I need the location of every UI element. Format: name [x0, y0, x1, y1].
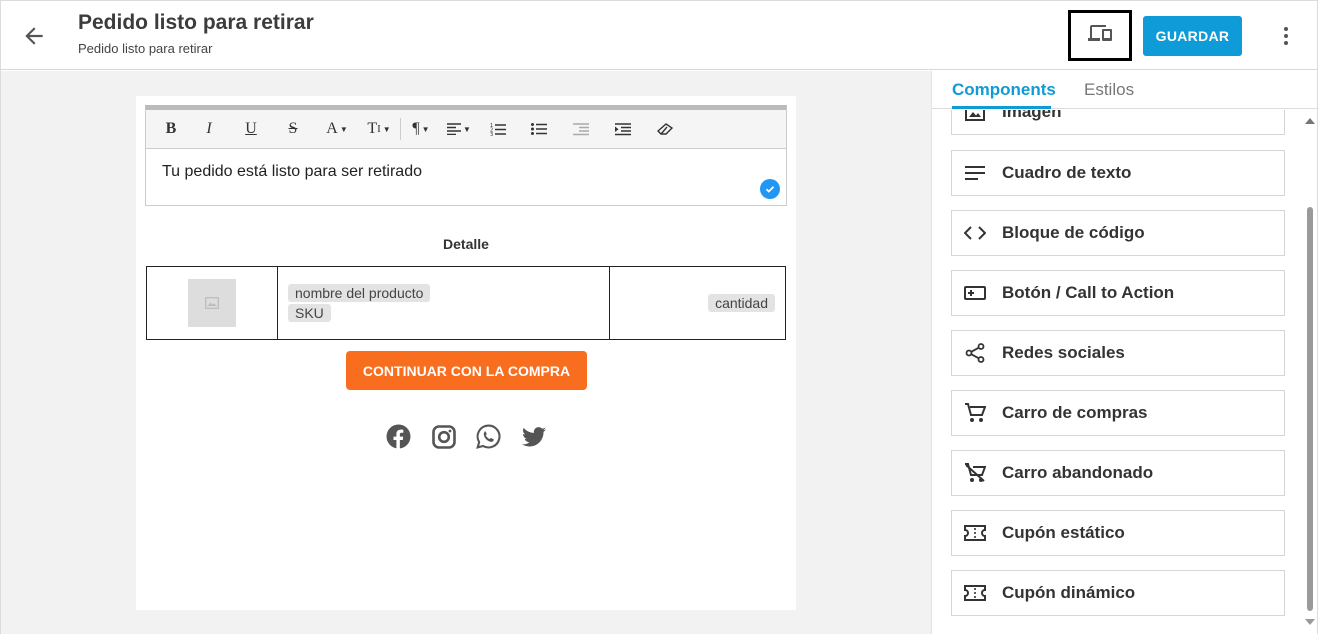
app-window: Pedido listo para retirar Pedido listo p… — [0, 0, 1318, 634]
tab-estilos[interactable]: Estilos — [1084, 80, 1134, 100]
component-redes-sociales[interactable]: Redes sociales — [951, 330, 1285, 376]
component-list: Imagen Cuadro de texto Bloque de código … — [932, 110, 1302, 634]
components-panel: Components Estilos Imagen Cuadro de text… — [931, 71, 1318, 634]
italic-button[interactable]: I — [188, 115, 230, 143]
tab-components[interactable]: Components — [952, 80, 1056, 100]
header: Pedido listo para retirar Pedido listo p… — [1, 1, 1317, 70]
product-name-tag: nombre del producto — [288, 284, 431, 302]
outdent-icon[interactable] — [561, 115, 601, 143]
bold-button[interactable]: B — [154, 115, 188, 143]
active-tab-indicator — [952, 106, 1051, 109]
sku-tag: SKU — [288, 304, 331, 322]
devices-icon — [1088, 21, 1112, 50]
table-row: nombre del producto SKU cantidad — [146, 266, 786, 340]
quantity-cell: cantidad — [609, 266, 786, 340]
facebook-icon[interactable] — [386, 424, 411, 449]
component-carro-abandonado[interactable]: Carro abandonado — [951, 450, 1285, 496]
ordered-list-icon[interactable]: 123 — [479, 115, 517, 143]
font-color-button[interactable]: A ▼ — [314, 115, 360, 143]
editor-toolbar: B I U S A ▼ T I ▼ ¶ ▼ ▼ 123 — [146, 110, 786, 149]
scrollbar-thumb[interactable] — [1307, 207, 1313, 611]
continue-shopping-button[interactable]: CONTINUAR CON LA COMPRA — [346, 351, 587, 390]
editor-content[interactable]: Tu pedido está listo para ser retirado — [146, 149, 786, 195]
unordered-list-icon[interactable] — [517, 115, 561, 143]
component-label: Bloque de código — [1002, 223, 1145, 242]
rich-text-editor[interactable]: B I U S A ▼ T I ▼ ¶ ▼ ▼ 123 Tu pedido es… — [145, 105, 787, 206]
whatsapp-icon[interactable] — [476, 424, 501, 449]
text-lines-icon — [952, 151, 998, 195]
indent-icon[interactable] — [601, 115, 645, 143]
code-icon — [952, 211, 998, 255]
component-label: Botón / Call to Action — [1002, 283, 1175, 302]
component-label: Cupón dinámico — [1002, 583, 1136, 602]
more-options-icon[interactable] — [1274, 23, 1298, 49]
product-table: nombre del producto SKU cantidad — [146, 266, 786, 340]
strikethrough-button[interactable]: S — [272, 115, 314, 143]
scroll-down-arrow-icon[interactable] — [1305, 619, 1315, 625]
product-image-cell — [146, 266, 278, 340]
twitter-icon[interactable] — [521, 424, 546, 449]
button-icon — [952, 271, 998, 315]
back-arrow-icon[interactable] — [21, 23, 47, 49]
ticket-icon — [952, 511, 998, 555]
share-icon — [952, 331, 998, 375]
svg-text:3: 3 — [490, 132, 493, 136]
save-button[interactable]: GUARDAR — [1143, 16, 1242, 56]
device-preview-button[interactable] — [1068, 10, 1132, 61]
instagram-icon[interactable] — [431, 424, 456, 449]
image-icon — [952, 110, 998, 134]
page-subtitle: Pedido listo para retirar — [78, 41, 213, 56]
product-info-cell: nombre del producto SKU — [277, 266, 610, 340]
underline-button[interactable]: U — [230, 115, 272, 143]
component-cuadro-de-texto[interactable]: Cuadro de texto — [951, 150, 1285, 196]
component-label: Redes sociales — [1002, 343, 1125, 362]
check-circle-icon[interactable] — [760, 179, 780, 199]
component-cupon-dinamico[interactable]: Cupón dinámico — [951, 570, 1285, 616]
eraser-icon[interactable] — [645, 115, 685, 143]
social-icons — [386, 424, 546, 449]
quantity-tag: cantidad — [708, 294, 775, 312]
page-title: Pedido listo para retirar — [78, 11, 314, 34]
toolbar-divider — [400, 118, 401, 140]
component-imagen[interactable]: Imagen — [951, 110, 1285, 135]
component-label: Imagen — [1002, 110, 1062, 121]
detail-heading: Detalle — [443, 236, 489, 252]
component-label: Carro de compras — [1002, 403, 1148, 422]
paragraph-button[interactable]: ¶ ▼ — [403, 115, 439, 143]
panel-tabs: Components Estilos — [932, 71, 1318, 109]
component-bloque-de-codigo[interactable]: Bloque de código — [951, 210, 1285, 256]
cart-off-icon — [952, 451, 998, 495]
panel-scrollbar[interactable] — [1301, 109, 1317, 634]
image-placeholder-icon — [188, 279, 236, 327]
email-canvas: B I U S A ▼ T I ▼ ¶ ▼ ▼ 123 Tu pedido es… — [1, 71, 931, 634]
scroll-up-arrow-icon[interactable] — [1305, 118, 1315, 124]
cart-icon — [952, 391, 998, 435]
component-boton-cta[interactable]: Botón / Call to Action — [951, 270, 1285, 316]
component-label: Cuadro de texto — [1002, 163, 1132, 182]
text-size-button[interactable]: T I ▼ — [360, 115, 398, 143]
component-label: Cupón estático — [1002, 523, 1125, 542]
ticket-icon — [952, 571, 998, 615]
align-button[interactable]: ▼ — [439, 115, 479, 143]
component-cupon-estatico[interactable]: Cupón estático — [951, 510, 1285, 556]
email-preview: B I U S A ▼ T I ▼ ¶ ▼ ▼ 123 Tu pedido es… — [136, 96, 796, 610]
component-label: Carro abandonado — [1002, 463, 1154, 482]
component-carro-de-compras[interactable]: Carro de compras — [951, 390, 1285, 436]
